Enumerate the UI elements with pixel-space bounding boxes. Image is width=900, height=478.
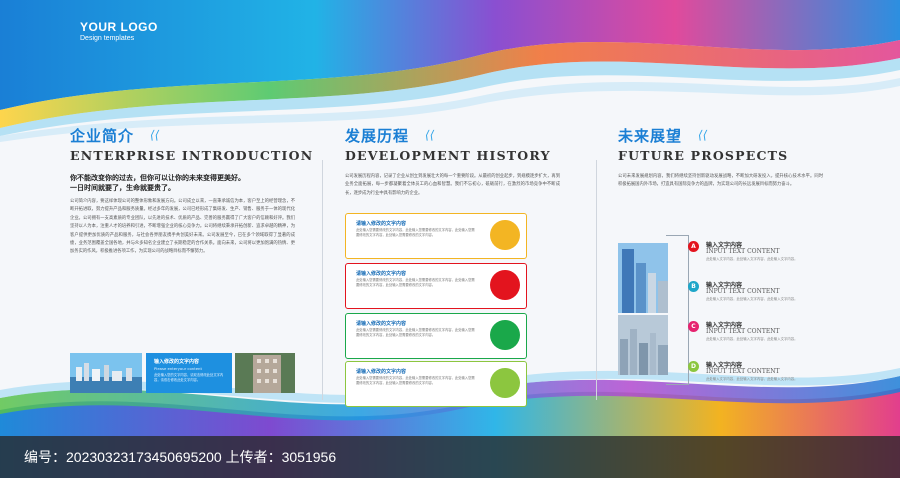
history-title-cn: 发展历程 <box>345 127 410 145</box>
red-circle-icon <box>490 270 520 300</box>
chevron-icon: ⟨⟨ <box>148 128 161 142</box>
badge-d: D <box>688 361 699 372</box>
future-timeline: A 输入文字内容 INPUT TEXT CONTENT 此处输入文字内容，此处输… <box>688 240 833 400</box>
future-title-en: FUTURE PROSPECTS <box>618 148 789 163</box>
future-heading: 未来展望 ⟨⟨ <box>618 125 833 146</box>
column-divider-1 <box>322 160 323 400</box>
intro-heading: 企业简介 ⟨⟨ <box>70 125 295 146</box>
chevron-icon: ⟨⟨ <box>696 128 709 142</box>
future-prospects-panel: 未来展望 ⟨⟨ FUTURE PROSPECTS 公司未来发展规划内容，我们将继续… <box>618 125 833 395</box>
timeline-en: INPUT TEXT CONTENT <box>706 368 780 375</box>
history-heading: 发展历程 ⟨⟨ <box>345 125 565 146</box>
logo-subtitle: Design templates <box>80 35 135 42</box>
banner-subtitle: Please enteryour content <box>154 366 202 371</box>
timeline-en: INPUT TEXT CONTENT <box>706 288 780 295</box>
badge-b: B <box>688 281 699 292</box>
card-text: 此处输入您需要修改的文字内容，此处输入您需要修改的文字内容，此处输入您需要修改的… <box>356 278 475 288</box>
intro-slogan: 你不能改变你的过去，但你可以让你的未来变得更美好。 一日时间就要了，生命就要贵了… <box>70 173 295 193</box>
future-paragraph: 公司未来发展规划内容，我们将继续坚持创新驱动发展战略，不断加大研发投入，提升核心… <box>618 174 823 188</box>
timeline-en: INPUT TEXT CONTENT <box>706 328 780 335</box>
intro-paragraph: 公司简介内容，要这样体现公司的整体形象和发展方向。公司成立以来，一直秉承诚信为本… <box>70 199 295 255</box>
column-divider-2 <box>596 160 597 400</box>
history-card-4: 请输入修改的文字内容 此处输入您需要修改的文字内容，此处输入您需要修改的文字内容… <box>345 361 527 407</box>
banner-text-box: 输入修改的文字内容 Please enteryour content 此处输入您… <box>146 353 232 393</box>
timeline-bracket <box>666 235 689 385</box>
logo-title: YOUR LOGO <box>80 20 158 34</box>
green-circle-icon <box>490 320 520 350</box>
history-card-3: 请输入修改的文字内容 此处输入您需要修改的文字内容，此处输入您需要修改的文字内容… <box>345 313 527 359</box>
timeline-text: 此处输入文字内容，此处输入文字内容，此处输入文字内容。 <box>706 377 798 381</box>
history-title-en: DEVELOPMENT HISTORY <box>345 148 551 163</box>
card-title: 请输入修改的文字内容 <box>356 271 407 277</box>
skyscraper-photo <box>618 243 668 313</box>
badge-a: A <box>688 241 699 252</box>
slogan-line-2: 一日时间就要了，生命就要贵了。 <box>70 183 175 192</box>
banner-title: 输入修改的文字内容 <box>154 359 200 365</box>
city-photo-left <box>70 353 142 393</box>
footer-bar: 编号：20230323173450695200 上传者：3051956 <box>0 436 900 478</box>
timeline-en: INPUT TEXT CONTENT <box>706 248 780 255</box>
intro-title-cn: 企业简介 <box>70 127 135 145</box>
banner-text: 此处输入您的文字内容，请双击修改此处文字内容，请双击修改此处文字内容。 <box>154 373 224 382</box>
building-photo-right <box>235 353 295 393</box>
badge-c: C <box>688 321 699 332</box>
history-paragraph: 公司发展历程内容，记录了企业从创立到发展壮大的每一个重要阶段。从最初的创业起步，… <box>345 174 560 196</box>
enterprise-intro-panel: 企业简介 ⟨⟨ ENTERPRISE INTRODUCTION 你不能改变你的过去… <box>70 125 314 395</box>
yellow-circle-icon <box>490 220 520 250</box>
chevron-icon: ⟨⟨ <box>423 128 436 142</box>
card-title: 请输入修改的文字内容 <box>356 369 407 375</box>
history-cards: 请输入修改的文字内容 此处输入您需要修改的文字内容，此处输入您需要修改的文字内容… <box>345 213 545 407</box>
card-text: 此处输入您需要修改的文字内容，此处输入您需要修改的文字内容，此处输入您需要修改的… <box>356 376 475 386</box>
card-text: 此处输入您需要修改的文字内容，此处输入您需要修改的文字内容，此处输入您需要修改的… <box>356 228 475 238</box>
card-text: 此处输入您需要修改的文字内容，此处输入您需要修改的文字内容，此处输入您需要修改的… <box>356 328 475 338</box>
future-title-cn: 未来展望 <box>618 127 683 145</box>
intro-title-en: ENTERPRISE INTRODUCTION <box>70 148 314 163</box>
lime-circle-icon <box>490 368 520 398</box>
logo: YOUR LOGO Design templates <box>80 20 158 42</box>
card-title: 请输入修改的文字内容 <box>356 221 407 227</box>
development-history-panel: 发展历程 ⟨⟨ DEVELOPMENT HISTORY 公司发展历程内容，记录了企… <box>345 125 565 407</box>
city-skyline-photo <box>618 315 668 375</box>
card-title: 请输入修改的文字内容 <box>356 321 407 327</box>
timeline-text: 此处输入文字内容，此处输入文字内容，此处输入文字内容。 <box>706 297 798 301</box>
slogan-line-1: 你不能改变你的过去，但你可以让你的未来变得更美好。 <box>70 173 245 182</box>
timeline-text: 此处输入文字内容，此处输入文字内容，此处输入文字内容。 <box>706 257 798 261</box>
history-card-2: 请输入修改的文字内容 此处输入您需要修改的文字内容，此处输入您需要修改的文字内容… <box>345 263 527 309</box>
footer-text: 编号：20230323173450695200 上传者：3051956 <box>24 449 337 465</box>
history-card-1: 请输入修改的文字内容 此处输入您需要修改的文字内容，此处输入您需要修改的文字内容… <box>345 213 527 259</box>
intro-banner: 输入修改的文字内容 Please enteryour content 此处输入您… <box>70 353 295 393</box>
timeline-text: 此处输入文字内容，此处输入文字内容，此处输入文字内容。 <box>706 337 798 341</box>
